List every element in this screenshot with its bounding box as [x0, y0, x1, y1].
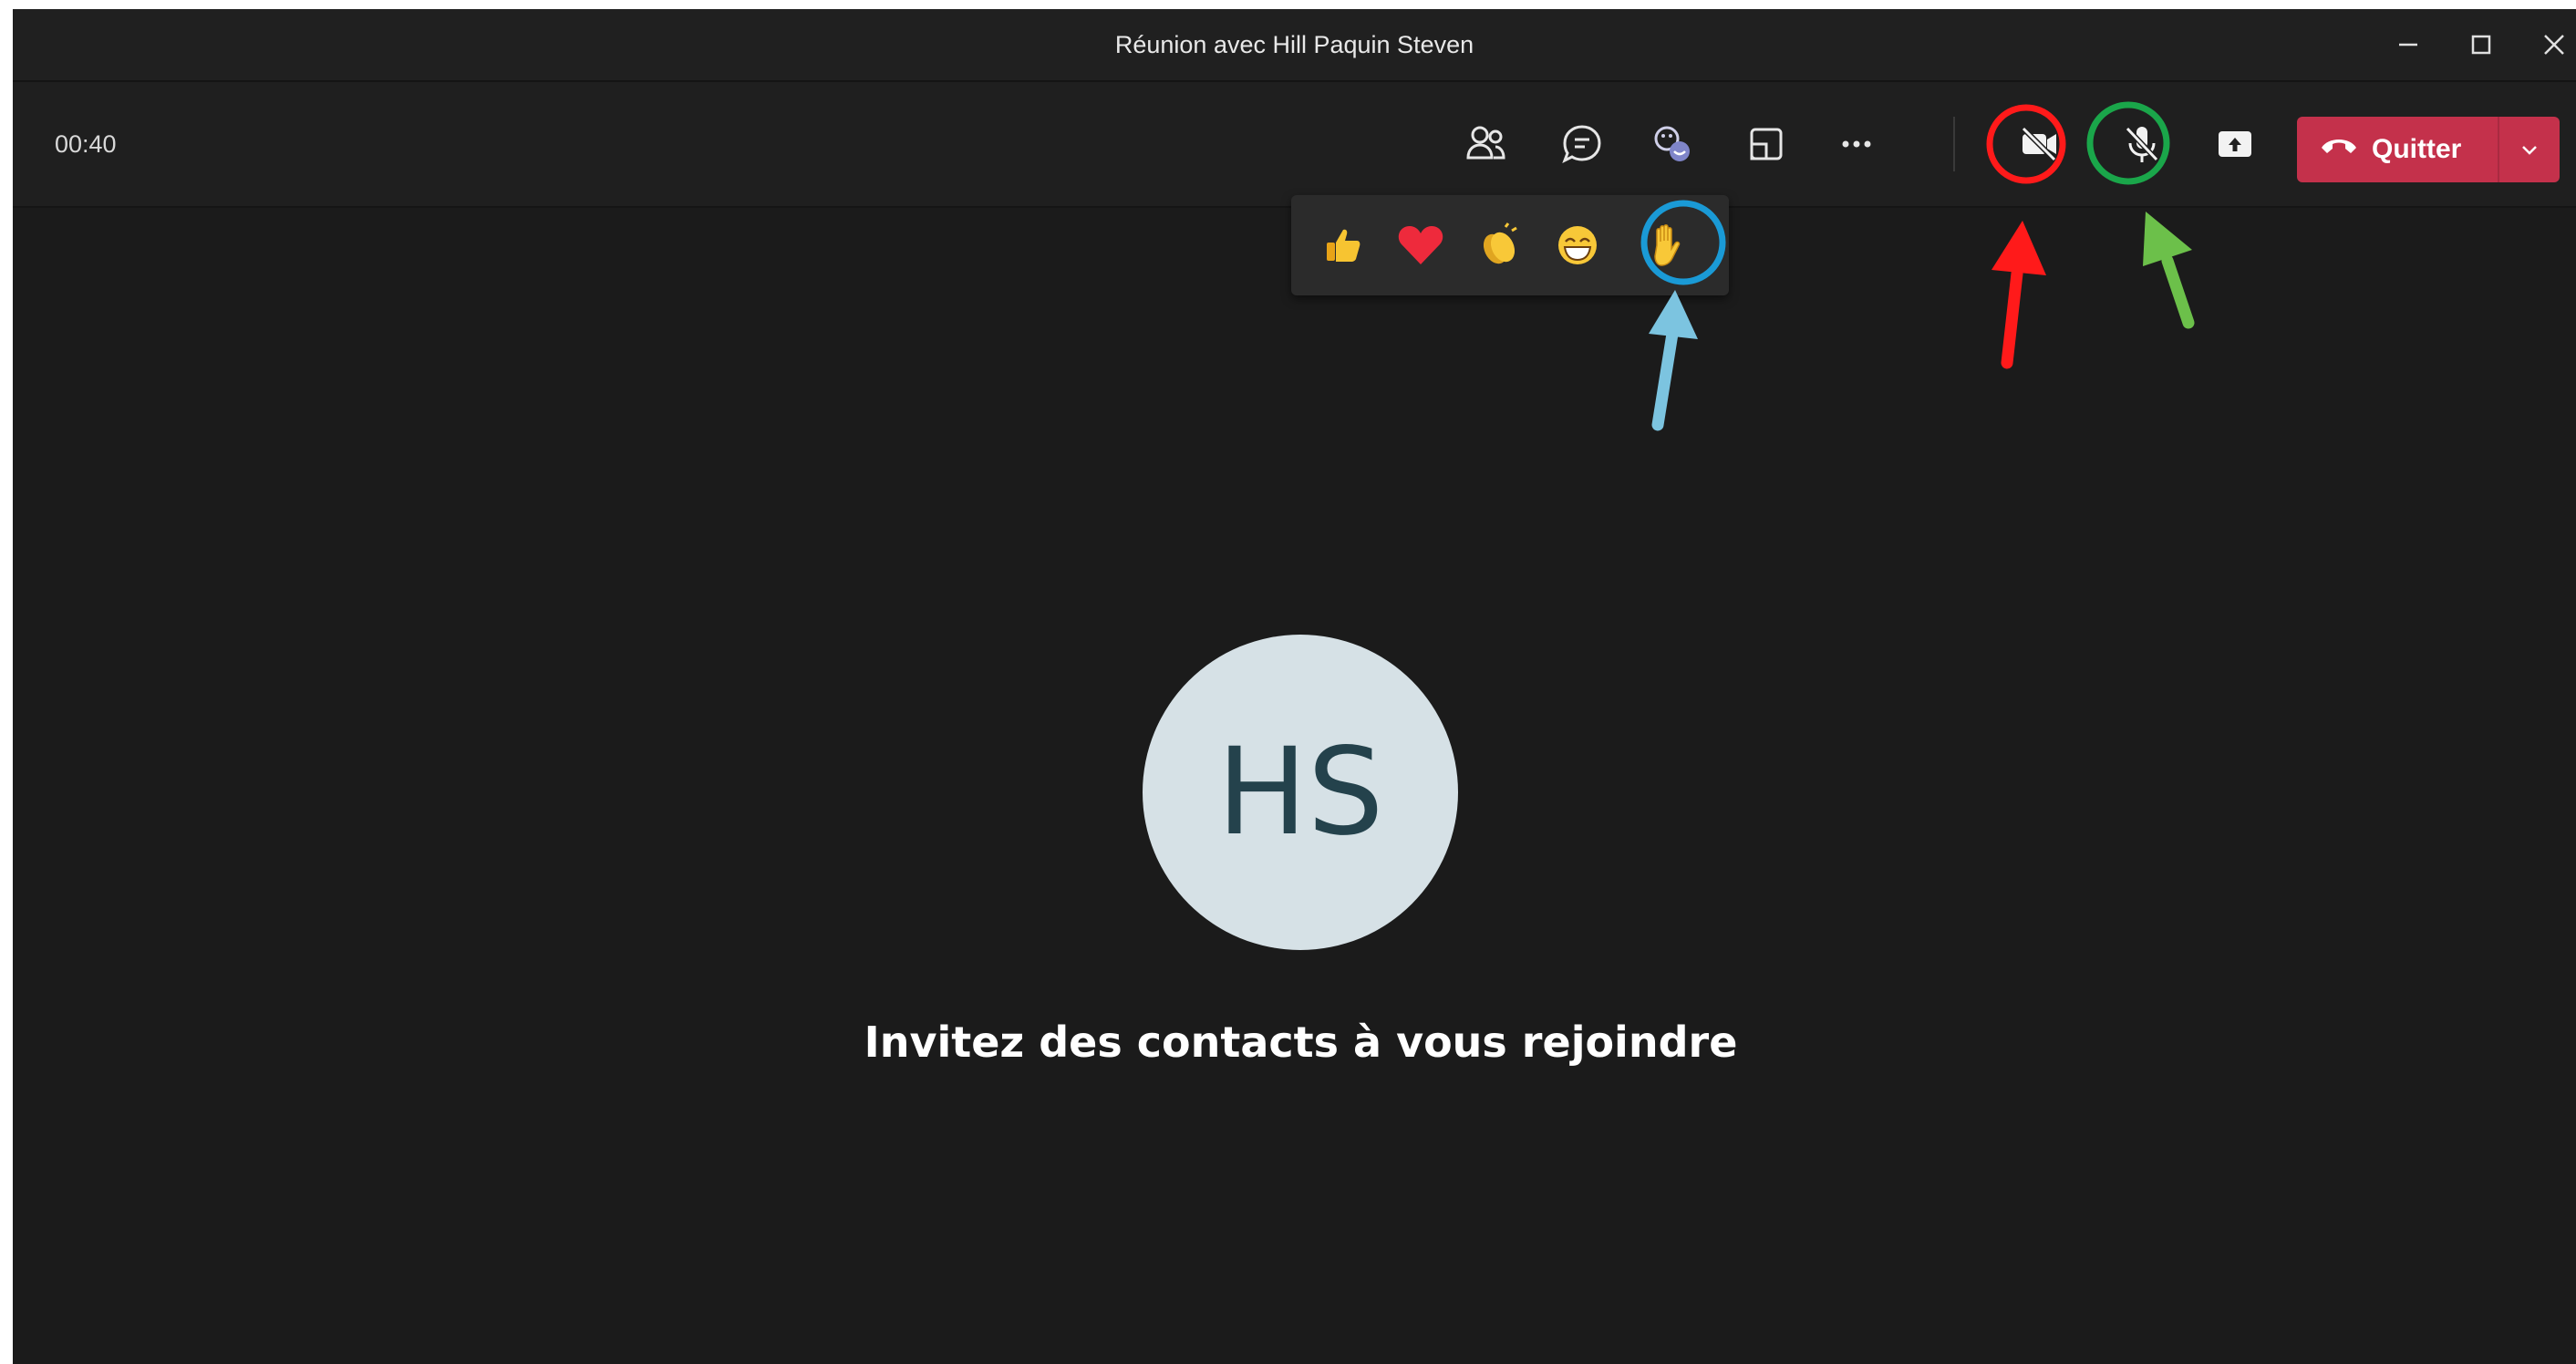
- toolbar-divider: [1953, 117, 1955, 171]
- leave-label: Quitter: [2372, 134, 2462, 164]
- thumbs-up-icon[interactable]: [1313, 215, 1373, 275]
- more-icon[interactable]: [1827, 117, 1886, 171]
- mic-off-icon[interactable]: [2113, 117, 2171, 171]
- rooms-icon[interactable]: [1737, 117, 1795, 171]
- title-bar: Réunion avec Hill Paquin Steven: [13, 9, 2576, 82]
- chat-icon[interactable]: [1553, 117, 1611, 171]
- maximize-icon[interactable]: [2454, 22, 2509, 67]
- avatar-initials: HS: [1216, 722, 1384, 863]
- heart-icon[interactable]: [1391, 215, 1451, 275]
- teams-meeting-window: Réunion avec Hill Paquin Steven 00:40 Qu…: [13, 9, 2576, 1364]
- reactions-popup: [1291, 195, 1729, 295]
- hang-up-icon: [2319, 133, 2359, 166]
- raise-hand-icon[interactable]: [1638, 215, 1698, 275]
- laugh-icon[interactable]: [1547, 215, 1608, 275]
- close-icon[interactable]: [2527, 22, 2576, 67]
- window-title: Réunion avec Hill Paquin Steven: [1114, 31, 1474, 58]
- people-icon[interactable]: [1457, 117, 1516, 171]
- leave-button[interactable]: Quitter: [2297, 117, 2498, 182]
- clap-icon[interactable]: [1469, 215, 1529, 275]
- meeting-toolbar: 00:40 Quitter: [13, 82, 2576, 208]
- camera-off-icon[interactable]: [2010, 117, 2068, 171]
- avatar: HS: [1143, 635, 1458, 950]
- leave-button-group: Quitter: [2297, 117, 2560, 182]
- meeting-timer: 00:40: [55, 130, 117, 158]
- share-screen-icon[interactable]: [2206, 117, 2264, 171]
- chevron-down-icon[interactable]: [2499, 117, 2560, 182]
- invite-message: Invitez des contacts à vous rejoindre: [864, 1018, 1738, 1067]
- minimize-icon[interactable]: [2381, 22, 2436, 67]
- reactions-icon[interactable]: [1643, 117, 1702, 171]
